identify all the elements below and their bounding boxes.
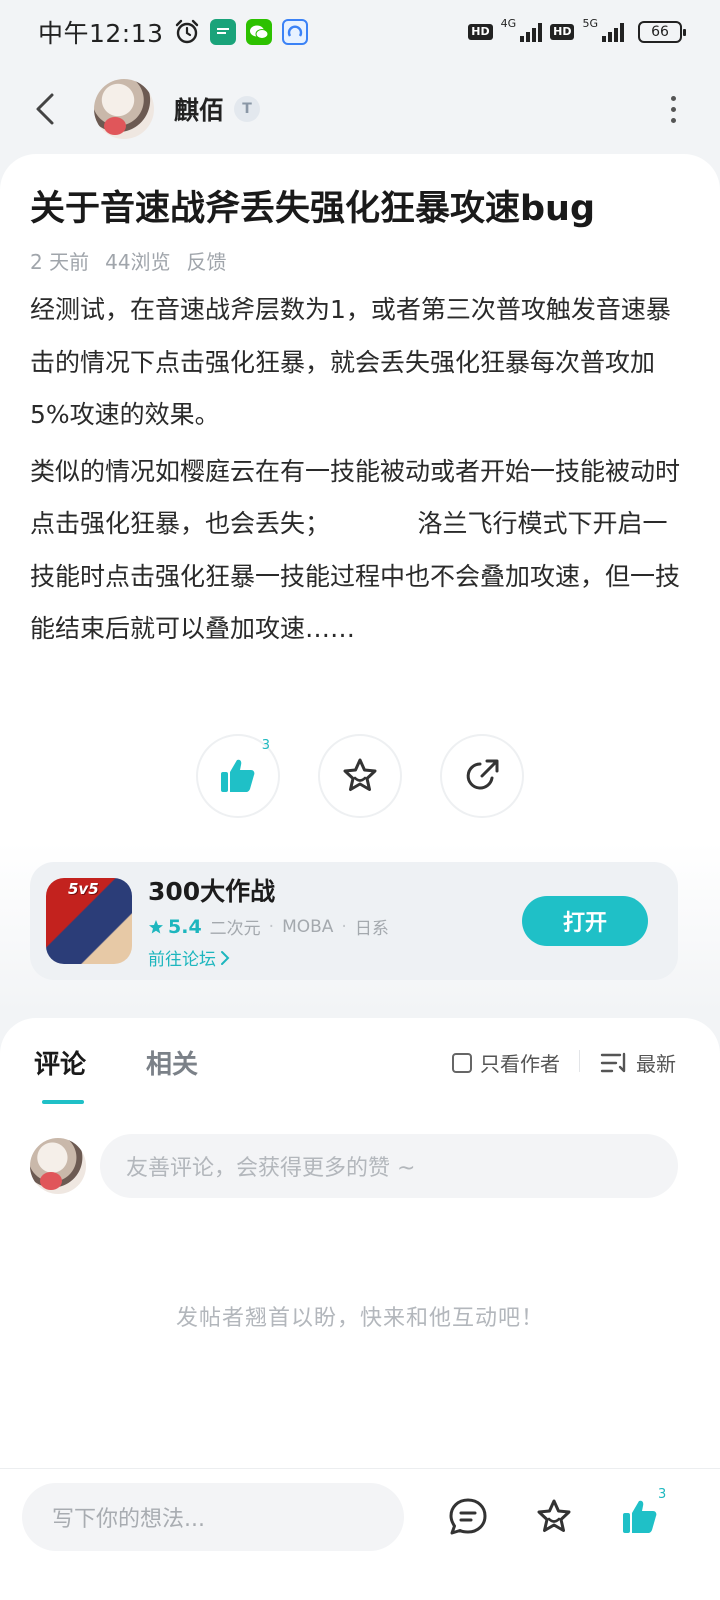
sort-icon — [600, 1052, 626, 1072]
chevron-right-icon — [221, 950, 230, 965]
comment-compose-row: 友善评论，会获得更多的赞 ~ — [30, 1134, 678, 1198]
thumbs-up-icon[interactable] — [620, 1497, 660, 1537]
forum-link-label: 前往论坛 — [148, 950, 216, 970]
tab-indicator — [42, 1100, 84, 1104]
browser-app-icon — [281, 19, 308, 45]
thumbs-up-icon — [221, 759, 255, 792]
more-options-button[interactable] — [661, 90, 686, 129]
game-tags: 5.4 二次元 · MOBA · 日系 — [148, 914, 389, 939]
sort-button[interactable]: 最新 — [600, 1048, 676, 1077]
post-paragraph: 类似的情况如樱庭云在有一技能被动或者开始一技能被动时点击强化狂暴，也会丢失； 洛… — [30, 456, 681, 644]
post-actions: 3 — [0, 734, 720, 818]
game-tag: 二次元 — [209, 919, 261, 939]
more-dot-icon — [671, 117, 676, 123]
post-meta: 2 天前 44浏览 反馈 — [30, 246, 227, 275]
open-game-button[interactable]: 打开 — [522, 896, 648, 946]
post-time: 2 天前 — [30, 250, 90, 274]
author-name[interactable]: 麒佰 — [174, 91, 224, 127]
game-tag: MOBA — [282, 916, 334, 937]
status-left: 中午12:13 — [38, 14, 308, 50]
sort-label: 最新 — [636, 1052, 676, 1076]
network-type-1: 4G — [500, 16, 517, 30]
filter-divider — [579, 1050, 580, 1072]
more-dot-icon — [671, 106, 676, 112]
hd-badge: HD — [468, 24, 493, 40]
signal-bars-icon-2 — [602, 22, 624, 42]
post-body: 经测试，在音速战斧层数为1，或者第三次普攻触发音速暴击的情况下点击强化狂暴，就会… — [30, 284, 690, 660]
wechat-icon — [245, 19, 272, 45]
game-icon: 5v5 — [46, 878, 132, 964]
tag-separator: · — [268, 916, 275, 937]
game-card[interactable]: 5v5 300大作战 5.4 二次元 · MOBA · 日系 前往论坛 打开 — [30, 862, 678, 980]
post-category[interactable]: 反馈 — [187, 246, 227, 275]
alarm-icon — [175, 19, 198, 44]
empty-comments-hint: 发帖者翘首以盼，快来和他互动吧！ — [175, 1306, 544, 1331]
post-card: 关于音速战斧丢失强化狂暴攻速bug 2 天前 44浏览 反馈 经测试，在音速战斧… — [0, 154, 720, 1014]
game-rating: 5.4 — [148, 916, 202, 938]
share-icon — [466, 759, 499, 790]
network-type-2: 5G — [582, 16, 598, 30]
tab-comments[interactable]: 评论 — [34, 1044, 86, 1081]
user-avatar — [30, 1138, 86, 1194]
tag-separator: · — [341, 916, 347, 937]
comment-icon[interactable] — [448, 1497, 488, 1537]
thought-input[interactable]: 写下你的想法... — [22, 1483, 404, 1551]
game-rating-value: 5.4 — [168, 915, 202, 938]
back-arrow-icon — [36, 93, 54, 125]
game-name: 300大作战 — [148, 877, 276, 906]
star-icon — [343, 758, 377, 791]
battery-icon: 66 — [638, 21, 686, 43]
like-button[interactable]: 3 — [196, 734, 280, 818]
status-time: 中午12:13 — [38, 19, 164, 48]
post-views: 44浏览 — [105, 250, 171, 274]
back-button[interactable] — [34, 89, 64, 129]
like-count: 3 — [261, 738, 270, 753]
post-header: 麒佰 T — [0, 64, 720, 154]
post-title: 关于音速战斧丢失强化狂暴攻速bug — [30, 189, 596, 229]
status-bar: 中午12:13 HD 4G HD 5G 66 — [0, 0, 720, 64]
author-only-toggle[interactable]: 只看作者 — [452, 1048, 560, 1077]
author-only-checkbox[interactable] — [452, 1052, 472, 1073]
post-paragraph: 经测试，在音速战斧层数为1，或者第三次普攻触发音速暴击的情况下点击强化狂暴，就会… — [30, 295, 671, 429]
comment-input[interactable]: 友善评论，会获得更多的赞 ~ — [100, 1134, 678, 1198]
game-tag: 日系 — [354, 919, 389, 939]
tab-related[interactable]: 相关 — [146, 1044, 198, 1081]
signal-bars-icon — [520, 22, 543, 42]
bottom-like-count: 3 — [658, 1487, 667, 1502]
share-button[interactable] — [440, 734, 524, 818]
more-dot-icon — [671, 95, 676, 101]
message-app-icon — [209, 19, 236, 45]
forum-link[interactable]: 前往论坛 — [148, 945, 389, 970]
rating-star-icon — [149, 919, 163, 933]
hd-badge-2: HD — [550, 24, 575, 40]
game-icon-label: 5v5 — [68, 880, 99, 898]
author-only-label: 只看作者 — [480, 1052, 560, 1076]
status-right: HD 4G HD 5G 66 — [468, 17, 686, 43]
game-info: 300大作战 5.4 二次元 · MOBA · 日系 前往论坛 — [148, 872, 389, 970]
level-badge: T — [234, 96, 261, 122]
bottom-bar: 写下你的想法... 3 — [0, 1468, 720, 1600]
favorite-button[interactable] — [318, 734, 402, 818]
comments-section: 评论 相关 只看作者 最新 友善评论，会获得更多的赞 ~ 发帖者翘首以盼，快来和… — [0, 1018, 720, 1468]
author-avatar[interactable] — [94, 79, 154, 139]
star-icon[interactable] — [534, 1497, 574, 1537]
